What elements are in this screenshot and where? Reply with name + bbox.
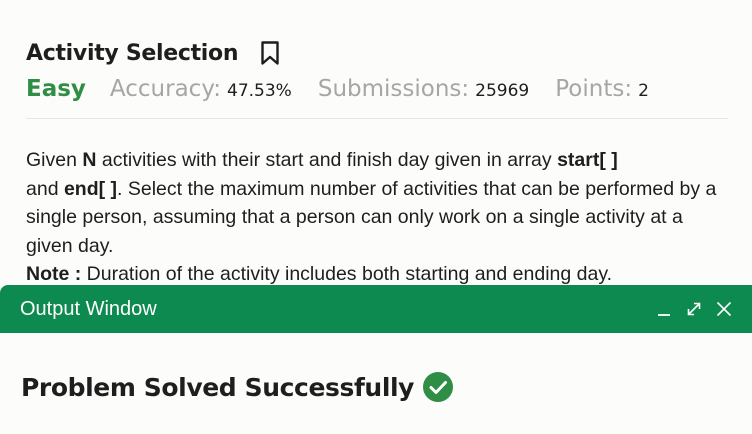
problem-title: Activity Selection [26,40,239,66]
problem-description: Given N activities with their start and … [26,146,726,289]
description-text: . Select the maximum number of activitie… [26,177,717,257]
accuracy-label: Accuracy: [109,76,222,102]
description-bold-n: N [82,149,97,171]
submissions-label: Submissions: [317,76,470,102]
check-circle-icon [422,371,454,403]
description-text: Given [26,149,83,171]
note-text: Duration of the activity includes both s… [81,263,613,285]
points-value: 2 [638,81,649,101]
difficulty-badge: Easy [26,76,86,102]
window-controls [646,285,736,333]
description-bold-start: start[ ] [557,149,618,171]
title-row: Activity Selection [26,36,728,70]
description-text: activities with their start and finish d… [96,149,558,171]
bookmark-icon[interactable] [260,40,280,66]
result-status-text: Problem Solved Successfully [21,372,415,402]
close-icon[interactable] [712,297,736,321]
points-label: Points: [555,76,633,102]
problem-meta: Easy Accuracy: 47.53% Submissions: 25969… [26,76,728,110]
expand-icon[interactable] [682,297,706,321]
accuracy-value: 47.53% [227,81,292,101]
output-window-titlebar[interactable]: Output Window [0,285,752,333]
description-paragraph: Given N activities with their start and … [26,146,726,260]
header-divider [26,118,728,119]
description-bold-end: end[ ] [63,177,118,200]
note-label: Note : [26,263,82,285]
problem-header: Activity Selection Easy Accuracy: 47.53%… [26,36,728,119]
output-window-title: Output Window [20,297,157,320]
minimize-icon[interactable] [652,297,676,321]
submissions-value: 25969 [475,81,530,101]
output-window: Output Window Problem Solved Successfull… [0,285,752,434]
result-row: Problem Solved Successfully [21,371,454,403]
description-text: and [26,177,64,200]
